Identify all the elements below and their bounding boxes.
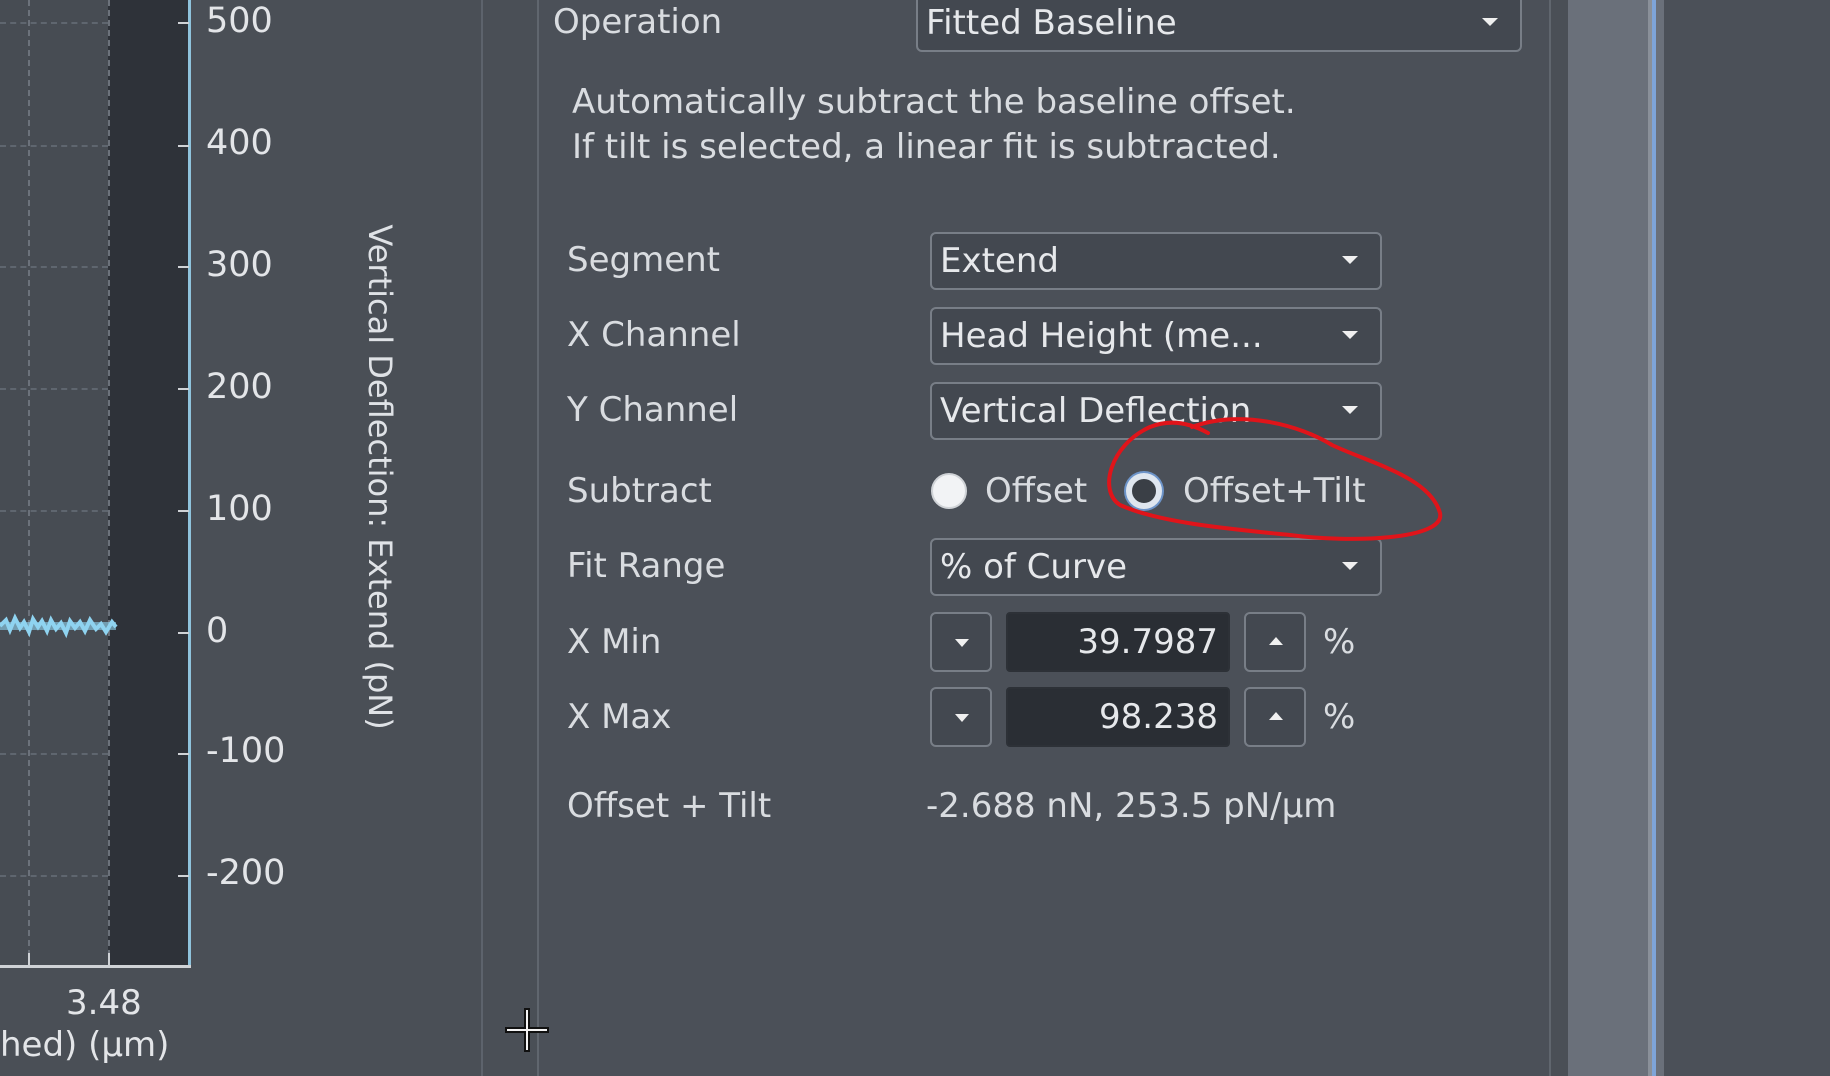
fit-range-dropdown-value: % of Curve	[940, 547, 1127, 587]
y-tick-label: -100	[206, 731, 286, 771]
x-tick-mark	[28, 953, 30, 966]
y-tick-label: 100	[206, 489, 273, 529]
chevron-down-icon	[955, 714, 969, 722]
x-tick-mark	[108, 953, 110, 966]
y-tick-mark	[178, 145, 189, 147]
segment-dropdown-value: Extend	[940, 241, 1059, 281]
result-value: -2.688 nN, 253.5 pN/μm	[926, 786, 1337, 826]
chevron-down-icon	[1342, 256, 1358, 264]
y-channel-label: Y Channel	[567, 390, 739, 430]
result-label: Offset + Tilt	[567, 786, 772, 826]
operation-dropdown[interactable]: Fitted Baseline	[916, 0, 1522, 52]
chevron-down-icon	[955, 639, 969, 647]
chevron-down-icon	[1342, 331, 1358, 339]
grid-line	[0, 753, 108, 755]
selection-accent-line	[1652, 0, 1656, 1076]
x-tick-label: 3.48	[66, 983, 142, 1023]
annotation-stroke	[1107, 417, 1443, 541]
description-line-1: Automatically subtract the baseline offs…	[572, 82, 1296, 122]
x-max-increment-button[interactable]	[1244, 687, 1306, 747]
y-tick-label: 300	[206, 245, 273, 285]
x-channel-dropdown-value: Head Height (me...	[940, 316, 1263, 356]
x-max-decrement-button[interactable]	[930, 687, 992, 747]
grid-line	[0, 388, 108, 390]
y-tick-mark	[178, 22, 189, 24]
radio-offset-label[interactable]: Offset	[985, 471, 1087, 511]
y-tick-label: 500	[206, 1, 273, 41]
side-panel	[1664, 0, 1830, 1076]
x-max-input[interactable]: 98.238	[1006, 687, 1230, 747]
y-tick-mark	[178, 510, 189, 512]
description-line-2: If tilt is selected, a linear fit is sub…	[572, 127, 1281, 167]
grid-line	[0, 145, 108, 147]
x-min-unit: %	[1323, 622, 1356, 662]
x-channel-label: X Channel	[567, 315, 741, 355]
y-tick-mark	[178, 632, 189, 634]
x-min-input[interactable]: 39.7987	[1006, 612, 1230, 672]
y-tick-label: 400	[206, 123, 273, 163]
y-tick-label: 200	[206, 367, 273, 407]
radio-offset[interactable]	[931, 473, 967, 509]
segment-label: Segment	[567, 240, 720, 280]
fit-range-label: Fit Range	[567, 546, 726, 586]
chevron-down-icon	[1342, 562, 1358, 570]
chevron-up-icon	[1269, 637, 1283, 645]
x-min-decrement-button[interactable]	[930, 612, 992, 672]
x-min-label: X Min	[567, 622, 662, 662]
grid-line	[0, 266, 108, 268]
segment-dropdown[interactable]: Extend	[930, 232, 1382, 290]
y-tick-mark	[178, 875, 189, 877]
move-cursor-icon	[505, 1008, 549, 1052]
y-tick-mark	[178, 753, 189, 755]
grid-line	[0, 510, 108, 512]
pane-splitter[interactable]	[481, 0, 483, 1076]
data-trace	[0, 613, 118, 639]
x-max-unit: %	[1323, 697, 1356, 737]
grid-line	[0, 875, 108, 877]
x-min-increment-button[interactable]	[1244, 612, 1306, 672]
chevron-up-icon	[1269, 712, 1283, 720]
x-channel-dropdown[interactable]: Head Height (me...	[930, 307, 1382, 365]
x-max-label: X Max	[567, 697, 672, 737]
y-tick-label: -200	[206, 853, 286, 893]
y-axis-title: Vertical Deflection: Extend (pN)	[361, 224, 399, 730]
y-tick-mark	[178, 266, 189, 268]
chevron-down-icon	[1482, 18, 1498, 26]
grid-line	[0, 22, 108, 24]
annotation-circle	[1107, 417, 1443, 541]
operation-dropdown-value: Fitted Baseline	[926, 3, 1177, 43]
trace-band	[0, 622, 116, 630]
subtract-label: Subtract	[567, 471, 712, 511]
grid-line	[108, 0, 110, 966]
operation-label: Operation	[553, 2, 723, 42]
x-axis-title: hed) (μm)	[0, 1025, 170, 1065]
y-tick-mark	[178, 388, 189, 390]
y-tick-label: 0	[206, 611, 229, 651]
